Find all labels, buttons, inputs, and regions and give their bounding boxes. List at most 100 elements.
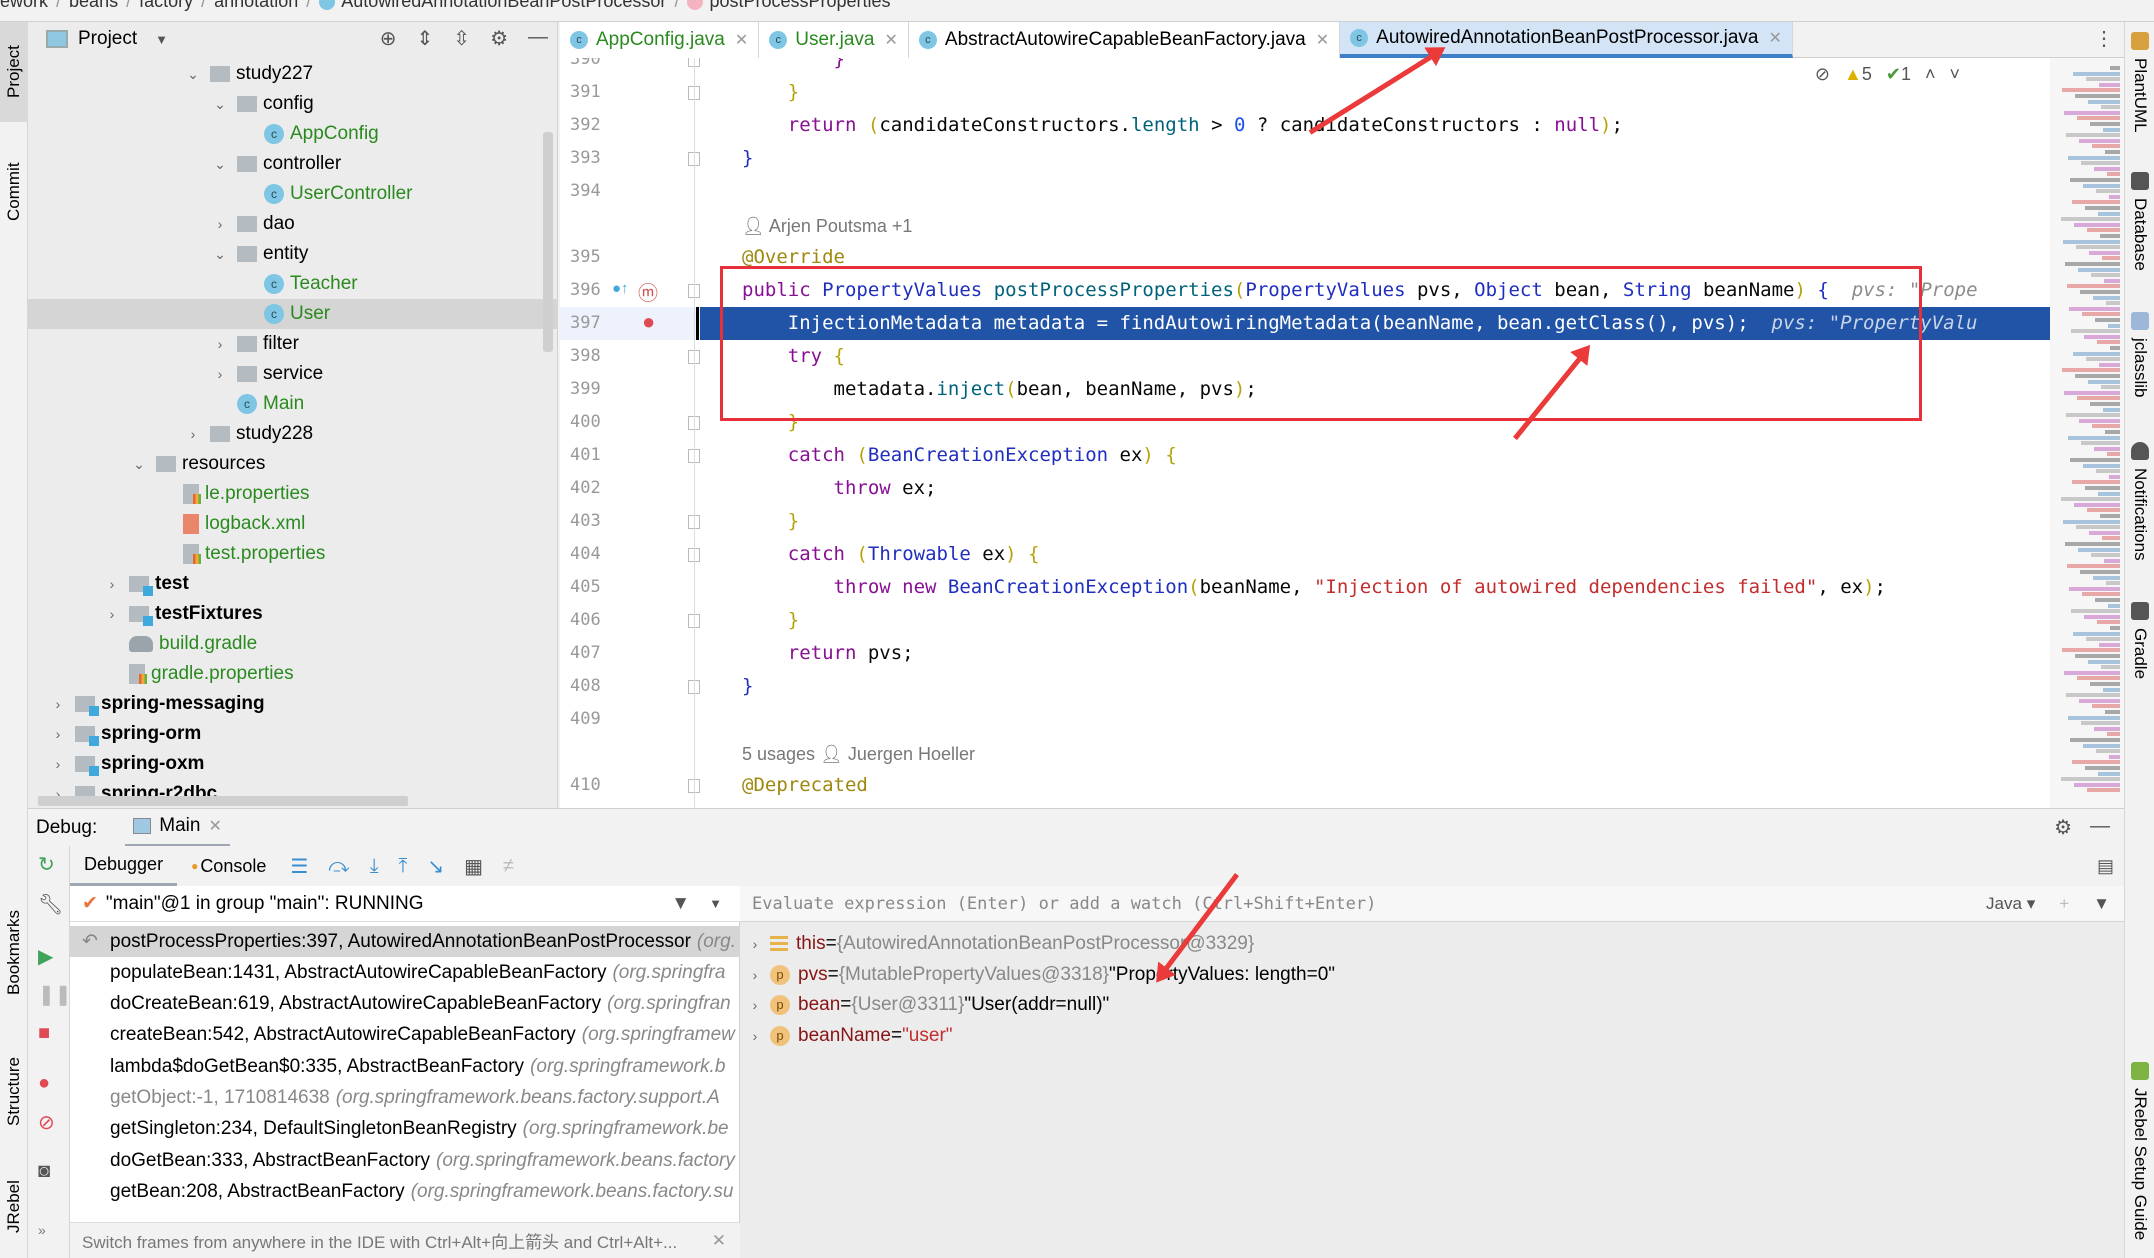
stack-frame[interactable]: createBean:542, AbstractAutowireCapableB… [70,1020,740,1051]
locate-icon[interactable]: ⊕ [380,26,397,51]
step-out-icon[interactable]: ⤒ [399,855,408,878]
tree-item[interactable]: ⌄ config [28,89,558,119]
breadcrumb-item[interactable]: annotation [214,0,298,11]
tree-item[interactable]: › dao [28,209,558,239]
close-icon[interactable]: ✕ [735,30,748,50]
hide-icon[interactable]: — [528,26,548,51]
tool-tab-commit[interactable]: Commit [0,132,28,252]
stack-frame[interactable]: ↶ postProcessProperties:397, AutowiredAnn… [70,926,740,957]
rerun-icon[interactable]: ↻ [38,852,55,877]
chevron-right-icon[interactable]: › [211,336,229,352]
stack-frame[interactable]: getBean:208, AbstractBeanFactory (org.spr… [70,1176,740,1207]
chevron-right-icon[interactable]: › [211,366,229,382]
tool-tab-project[interactable]: Project [0,22,28,122]
code-minimap[interactable] [2050,58,2124,808]
tool-tab-structure[interactable]: Structure [0,1032,28,1152]
breadcrumb-item[interactable]: postProcessProperties [709,0,890,11]
author-hint[interactable]: 👤︎ Arjen Poutsma +1 [742,216,912,237]
tree-item[interactable]: ⌄ entity [28,239,558,269]
stack-frame[interactable]: getSingleton:234, DefaultSingletonBeanRe… [70,1114,740,1145]
editor-tab[interactable]: c User.java ✕ [759,22,909,58]
chevron-right-icon[interactable]: › [103,576,121,592]
chevron-right-icon[interactable]: › [211,216,229,232]
tool-tab-notifications[interactable]: Notifications [2127,442,2153,592]
chevron-down-icon[interactable]: ⌄ [211,96,229,113]
view-breakpoints-icon[interactable]: ● [38,1072,50,1095]
tree-item[interactable]: › spring-messaging [28,689,558,719]
camera-icon[interactable]: ◙ [38,1160,50,1183]
tree-item[interactable]: ⌄ resources [28,449,558,479]
tree-item[interactable]: › testFixtures [28,599,558,629]
tree-item[interactable]: ⌄ study227 [28,59,558,89]
tree-item[interactable]: c Main [28,389,558,419]
chevron-right-icon[interactable]: › [49,696,67,712]
chevron-right-icon[interactable]: › [740,997,770,1013]
more-icon[interactable]: » [38,1222,46,1238]
tool-tab-jclasslib[interactable]: jclasslib [2127,312,2153,432]
chevron-right-icon[interactable]: › [49,756,67,772]
chevron-right-icon[interactable]: › [103,606,121,622]
gear-icon[interactable]: ⚙ [490,26,508,51]
usages-count[interactable]: 5 usages [742,744,815,764]
code-editor[interactable]: ⊘ ▲5 ✔1 ˄ ˅ } 390 } 391 return (candidateC… [560,58,2050,808]
tab-console[interactable]: ● Console [177,846,280,886]
tree-item[interactable]: › spring-orm [28,719,558,749]
project-view-title[interactable]: Project [78,28,137,50]
reader-mode-icon[interactable]: ⊘ [1815,64,1830,85]
tool-tab-jrebel[interactable]: JRebel [0,1162,28,1252]
debug-session-tab[interactable]: Main ✕ [125,809,230,847]
close-icon[interactable]: ✕ [884,30,897,50]
chevron-down-icon[interactable]: ⌄ [211,156,229,173]
stack-frame[interactable]: doGetBean:333, AbstractBeanFactory (org.s… [70,1145,740,1176]
tree-item[interactable]: c AppConfig [28,119,558,149]
layout-settings-icon[interactable]: ▤ [2097,856,2114,877]
breadcrumb-item[interactable]: factory [139,0,193,11]
method-breakpoint-icon[interactable]: ⓜ [638,277,658,306]
tree-item[interactable]: build.gradle [28,629,558,659]
filter-icon[interactable]: ▼ [671,893,690,915]
gear-icon[interactable]: ⚙ [2054,815,2072,840]
tab-debugger[interactable]: Debugger [70,846,178,886]
tree-item[interactable]: gradle.properties [28,659,558,689]
thread-selector[interactable]: ✔ "main"@1 in group "main": RUNNING ▼ ▼ [70,886,740,922]
trace-stream-icon[interactable]: ≠ [503,855,514,878]
chevron-right-icon[interactable]: › [740,1028,770,1044]
variable-row[interactable]: › p bean = {User@3311} "User(addr=null)" [740,990,1109,1020]
warning-count[interactable]: ▲5 [1844,64,1872,85]
prev-highlight-icon[interactable]: ˄ [1925,64,1936,85]
stack-frame[interactable]: lambda$doGetBean$0:335, AbstractBeanFact… [70,1051,740,1082]
breadcrumb-item[interactable]: beans [69,0,118,11]
tree-item[interactable]: logback.xml [28,509,558,539]
chevron-down-icon[interactable]: ▼ [709,896,722,911]
tool-tab-plantuml[interactable]: PlantUML [2127,32,2153,162]
override-icon[interactable]: ●↑ [612,280,629,297]
chevron-right-icon[interactable]: › [740,967,770,983]
tree-item[interactable]: le.properties [28,479,558,509]
stack-frame[interactable]: getObject:-1, 1710814638 (org.springframe… [70,1083,740,1114]
chevron-right-icon[interactable]: › [184,426,202,442]
stack-frame[interactable]: doCreateBean:619, AbstractAutowireCapabl… [70,989,740,1020]
step-over-icon[interactable]: ⤼ [328,855,349,878]
pause-icon[interactable]: ❚❚ [38,982,72,1007]
editor-tab[interactable]: c AppConfig.java ✕ [560,22,760,58]
vertical-scrollbar[interactable] [543,132,553,352]
tree-item[interactable]: ⌄ controller [28,149,558,179]
wrench-icon[interactable]: 🔧︎ [38,892,63,917]
tree-item[interactable]: test.properties [28,539,558,569]
chevron-down-icon[interactable]: ▼ [2093,894,2110,914]
close-icon[interactable]: ✕ [208,816,221,836]
tree-item[interactable]: c User [28,299,558,329]
resume-icon[interactable]: ▶ [38,944,53,969]
tree-item[interactable]: › service [28,359,558,389]
close-icon[interactable]: ✕ [1769,28,1782,48]
hide-icon[interactable]: — [2090,815,2110,840]
chevron-down-icon[interactable]: ▼ [155,32,168,47]
tree-item[interactable]: › study228 [28,419,558,449]
tool-tab-gradle[interactable]: Gradle [2127,602,2153,712]
run-to-cursor-icon[interactable]: ↘ [427,854,444,879]
expand-all-icon[interactable]: ⇕ [417,26,434,51]
tree-item[interactable]: c Teacher [28,269,558,299]
step-into-icon[interactable]: ⤓ [370,855,379,878]
tree-item[interactable]: c UserController [28,179,558,209]
stop-icon[interactable]: ■ [38,1022,50,1045]
